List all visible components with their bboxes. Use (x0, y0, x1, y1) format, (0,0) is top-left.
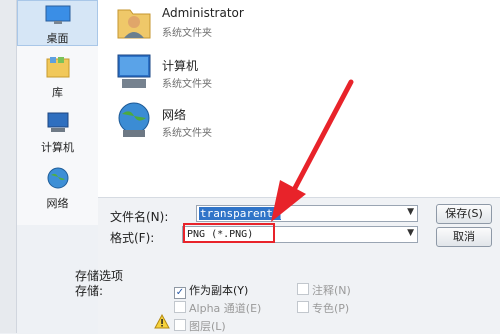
spot-label: 专色(P) (312, 302, 350, 315)
file-list: Administrator 系统文件夹 计算机 系统文件夹 网络 系统文件夹 (98, 0, 500, 197)
format-label: 格式(F): (110, 231, 155, 245)
filename-input[interactable]: transparent.png ▼ (196, 205, 418, 222)
alpha-checkbox[interactable]: Alpha 通道(E) (174, 300, 261, 316)
alpha-label: Alpha 通道(E) (189, 302, 262, 315)
chevron-down-icon[interactable]: ▼ (407, 207, 414, 217)
cancel-button[interactable]: 取消 (436, 227, 492, 247)
list-item-network[interactable]: 网络 系统文件夹 (114, 100, 364, 152)
computer-icon (117, 54, 151, 88)
library-icon (46, 57, 69, 78)
as-copy-checkbox[interactable]: ✓ 作为副本(Y) (174, 282, 248, 299)
item-name: Administrator (162, 6, 244, 20)
chevron-down-icon[interactable]: ▼ (407, 228, 414, 238)
highlight-box (183, 223, 275, 243)
window-left-edge (0, 0, 17, 333)
item-name: 网络 (162, 108, 187, 122)
save-button[interactable]: 保存(S) (436, 204, 492, 224)
storage-label: 存储: (75, 284, 104, 298)
user-folder-icon (117, 9, 151, 39)
sidebar-item-label: 网络 (46, 197, 69, 210)
sidebar-item-desktop[interactable]: 桌面 (17, 0, 98, 46)
sidebar-item-label: 库 (52, 86, 63, 99)
item-type: 系统文件夹 (162, 28, 212, 39)
warning-icon (154, 314, 170, 329)
layers-label: 图层(L) (189, 320, 226, 333)
notes-label: 注释(N) (312, 284, 351, 297)
navigation-sidebar: 桌面 库 计算机 网络 (17, 0, 99, 225)
sidebar-item-network[interactable]: 网络 (17, 166, 98, 212)
notes-checkbox[interactable]: 注释(N) (297, 282, 351, 298)
sidebar-item-label: 桌面 (46, 32, 69, 45)
list-item-administrator[interactable]: Administrator 系统文件夹 (114, 0, 364, 52)
filename-label: 文件名(N): (110, 210, 169, 224)
layers-checkbox[interactable]: 图层(L) (174, 318, 226, 334)
network-icon (118, 102, 150, 137)
network-icon (47, 167, 68, 189)
sidebar-item-computer[interactable]: 计算机 (17, 112, 98, 154)
item-type: 系统文件夹 (162, 128, 212, 139)
item-type: 系统文件夹 (162, 79, 212, 90)
filename-value: transparent.png (199, 207, 281, 220)
sidebar-item-label: 计算机 (41, 141, 74, 154)
list-item-computer[interactable]: 计算机 系统文件夹 (114, 51, 364, 103)
item-name: 计算机 (162, 59, 199, 73)
computer-icon (47, 112, 68, 132)
desktop-icon (45, 5, 70, 24)
as-copy-label: 作为副本(Y) (189, 284, 249, 297)
sidebar-item-library[interactable]: 库 (17, 55, 98, 99)
checkbox-checked-icon: ✓ (174, 287, 186, 299)
spot-checkbox[interactable]: 专色(P) (297, 300, 349, 316)
